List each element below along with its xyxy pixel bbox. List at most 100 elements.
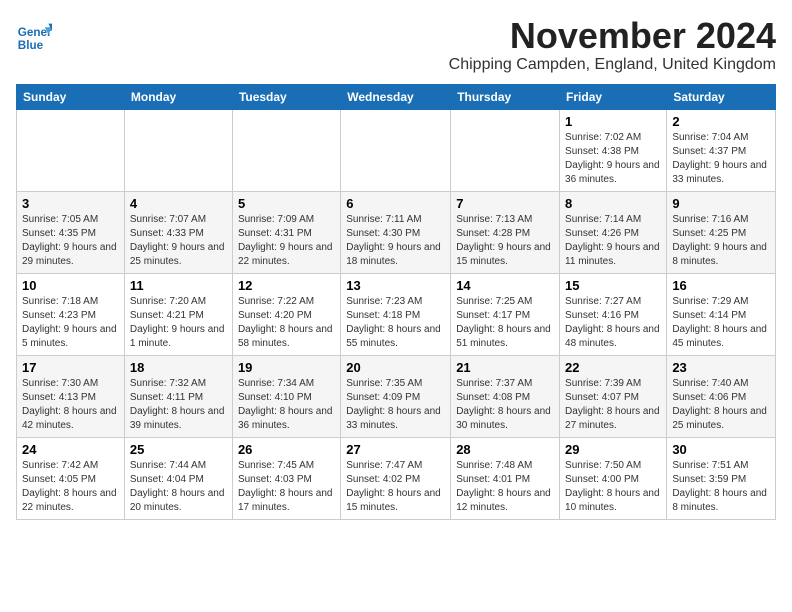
- weekday-header-tuesday: Tuesday: [232, 84, 340, 109]
- day-info: Sunrise: 7:02 AM Sunset: 4:38 PM Dayligh…: [565, 131, 661, 187]
- calendar-cell: 4Sunrise: 7:07 AM Sunset: 4:33 PM Daylig…: [124, 191, 232, 273]
- svg-text:Blue: Blue: [18, 39, 44, 52]
- calendar-cell: 8 Sunrise: 7:14 AM Sunset: 4:26 PM Daylig…: [560, 191, 667, 273]
- day-info: Sunrise: 7:22 AM Sunset: 4:20 PM Dayligh…: [238, 295, 335, 351]
- day-number: 14: [456, 278, 554, 293]
- logo-icon: General Blue: [16, 20, 52, 56]
- day-number: 30: [672, 442, 770, 457]
- weekday-header-saturday: Saturday: [667, 84, 776, 109]
- calendar-cell: 21 Sunrise: 7:37 AM Sunset: 4:08 PM Dayli…: [451, 355, 560, 437]
- month-title: November 2024: [449, 16, 776, 56]
- day-number: 8: [565, 196, 661, 211]
- calendar-cell: 15Sunrise: 7:27 AM Sunset: 4:16 PM Dayli…: [560, 273, 667, 355]
- day-number: 9: [672, 196, 770, 211]
- day-number: 25: [130, 442, 227, 457]
- calendar-week-row: 1Sunrise: 7:02 AM Sunset: 4:38 PM Daylig…: [17, 109, 776, 191]
- weekday-header-thursday: Thursday: [451, 84, 560, 109]
- calendar-week-row: 3 Sunrise: 7:05 AM Sunset: 4:35 PM Daylig…: [17, 191, 776, 273]
- day-info: Sunrise: 7:05 AM Sunset: 4:35 PM Dayligh…: [22, 213, 119, 269]
- calendar-cell: 27 Sunrise: 7:47 AM Sunset: 4:02 PM Dayli…: [341, 437, 451, 519]
- day-info: Sunrise: 7:47 AM Sunset: 4:02 PM Dayligh…: [346, 459, 445, 515]
- day-number: 10: [22, 278, 119, 293]
- calendar-cell: [341, 109, 451, 191]
- calendar-cell: 19Sunrise: 7:34 AM Sunset: 4:10 PM Dayli…: [232, 355, 340, 437]
- calendar-cell: 5Sunrise: 7:09 AM Sunset: 4:31 PM Daylig…: [232, 191, 340, 273]
- calendar-cell: 28Sunrise: 7:48 AM Sunset: 4:01 PM Dayli…: [451, 437, 560, 519]
- day-number: 11: [130, 278, 227, 293]
- calendar-cell: 16 Sunrise: 7:29 AM Sunset: 4:14 PM Dayli…: [667, 273, 776, 355]
- day-number: 26: [238, 442, 335, 457]
- calendar-cell: 26 Sunrise: 7:45 AM Sunset: 4:03 PM Dayli…: [232, 437, 340, 519]
- calendar-cell: 24 Sunrise: 7:42 AM Sunset: 4:05 PM Dayli…: [17, 437, 125, 519]
- day-info: Sunrise: 7:29 AM Sunset: 4:14 PM Dayligh…: [672, 295, 770, 351]
- calendar-header: SundayMondayTuesdayWednesdayThursdayFrid…: [17, 84, 776, 109]
- day-number: 27: [346, 442, 445, 457]
- day-info: Sunrise: 7:35 AM Sunset: 4:09 PM Dayligh…: [346, 377, 445, 433]
- location-subtitle: Chipping Campden, England, United Kingdo…: [449, 56, 776, 74]
- day-info: Sunrise: 7:40 AM Sunset: 4:06 PM Dayligh…: [672, 377, 770, 433]
- day-info: Sunrise: 7:11 AM Sunset: 4:30 PM Dayligh…: [346, 213, 445, 269]
- day-number: 3: [22, 196, 119, 211]
- day-number: 6: [346, 196, 445, 211]
- day-number: 18: [130, 360, 227, 375]
- day-info: Sunrise: 7:14 AM Sunset: 4:26 PM Dayligh…: [565, 213, 661, 269]
- calendar-cell: [451, 109, 560, 191]
- day-info: Sunrise: 7:09 AM Sunset: 4:31 PM Dayligh…: [238, 213, 335, 269]
- day-number: 24: [22, 442, 119, 457]
- calendar-week-row: 17 Sunrise: 7:30 AM Sunset: 4:13 PM Dayli…: [17, 355, 776, 437]
- calendar-cell: [124, 109, 232, 191]
- day-number: 2: [672, 114, 770, 129]
- day-info: Sunrise: 7:25 AM Sunset: 4:17 PM Dayligh…: [456, 295, 554, 351]
- calendar-body: 1Sunrise: 7:02 AM Sunset: 4:38 PM Daylig…: [17, 109, 776, 519]
- calendar-week-row: 10 Sunrise: 7:18 AM Sunset: 4:23 PM Dayli…: [17, 273, 776, 355]
- day-info: Sunrise: 7:04 AM Sunset: 4:37 PM Dayligh…: [672, 131, 770, 187]
- day-info: Sunrise: 7:20 AM Sunset: 4:21 PM Dayligh…: [130, 295, 227, 351]
- day-number: 23: [672, 360, 770, 375]
- calendar-cell: 13 Sunrise: 7:23 AM Sunset: 4:18 PM Dayli…: [341, 273, 451, 355]
- day-info: Sunrise: 7:37 AM Sunset: 4:08 PM Dayligh…: [456, 377, 554, 433]
- calendar-cell: 1Sunrise: 7:02 AM Sunset: 4:38 PM Daylig…: [560, 109, 667, 191]
- day-info: Sunrise: 7:42 AM Sunset: 4:05 PM Dayligh…: [22, 459, 119, 515]
- day-number: 19: [238, 360, 335, 375]
- day-info: Sunrise: 7:45 AM Sunset: 4:03 PM Dayligh…: [238, 459, 335, 515]
- day-info: Sunrise: 7:30 AM Sunset: 4:13 PM Dayligh…: [22, 377, 119, 433]
- day-number: 29: [565, 442, 661, 457]
- day-info: Sunrise: 7:23 AM Sunset: 4:18 PM Dayligh…: [346, 295, 445, 351]
- day-info: Sunrise: 7:07 AM Sunset: 4:33 PM Dayligh…: [130, 213, 227, 269]
- day-info: Sunrise: 7:48 AM Sunset: 4:01 PM Dayligh…: [456, 459, 554, 515]
- calendar-cell: 10 Sunrise: 7:18 AM Sunset: 4:23 PM Dayli…: [17, 273, 125, 355]
- calendar-week-row: 24 Sunrise: 7:42 AM Sunset: 4:05 PM Dayli…: [17, 437, 776, 519]
- day-number: 22: [565, 360, 661, 375]
- calendar-cell: 17 Sunrise: 7:30 AM Sunset: 4:13 PM Dayli…: [17, 355, 125, 437]
- day-number: 16: [672, 278, 770, 293]
- calendar-table: SundayMondayTuesdayWednesdayThursdayFrid…: [16, 84, 776, 520]
- calendar-cell: 23 Sunrise: 7:40 AM Sunset: 4:06 PM Dayli…: [667, 355, 776, 437]
- page-header: General Blue November 2024 Chipping Camp…: [16, 16, 776, 80]
- day-number: 21: [456, 360, 554, 375]
- day-number: 17: [22, 360, 119, 375]
- calendar-cell: 9 Sunrise: 7:16 AM Sunset: 4:25 PM Daylig…: [667, 191, 776, 273]
- day-info: Sunrise: 7:50 AM Sunset: 4:00 PM Dayligh…: [565, 459, 661, 515]
- day-info: Sunrise: 7:13 AM Sunset: 4:28 PM Dayligh…: [456, 213, 554, 269]
- calendar-cell: 20 Sunrise: 7:35 AM Sunset: 4:09 PM Dayli…: [341, 355, 451, 437]
- calendar-cell: 29 Sunrise: 7:50 AM Sunset: 4:00 PM Dayli…: [560, 437, 667, 519]
- weekday-header-sunday: Sunday: [17, 84, 125, 109]
- day-info: Sunrise: 7:16 AM Sunset: 4:25 PM Dayligh…: [672, 213, 770, 269]
- calendar-cell: 22 Sunrise: 7:39 AM Sunset: 4:07 PM Dayli…: [560, 355, 667, 437]
- calendar-cell: 3 Sunrise: 7:05 AM Sunset: 4:35 PM Daylig…: [17, 191, 125, 273]
- day-info: Sunrise: 7:18 AM Sunset: 4:23 PM Dayligh…: [22, 295, 119, 351]
- day-number: 7: [456, 196, 554, 211]
- calendar-cell: 30 Sunrise: 7:51 AM Sunset: 3:59 PM Dayli…: [667, 437, 776, 519]
- calendar-cell: 12Sunrise: 7:22 AM Sunset: 4:20 PM Dayli…: [232, 273, 340, 355]
- day-info: Sunrise: 7:51 AM Sunset: 3:59 PM Dayligh…: [672, 459, 770, 515]
- calendar-cell: [17, 109, 125, 191]
- title-area: November 2024 Chipping Campden, England,…: [449, 16, 776, 80]
- logo: General Blue: [16, 20, 52, 56]
- weekday-header-wednesday: Wednesday: [341, 84, 451, 109]
- day-number: 20: [346, 360, 445, 375]
- day-info: Sunrise: 7:39 AM Sunset: 4:07 PM Dayligh…: [565, 377, 661, 433]
- weekday-header-friday: Friday: [560, 84, 667, 109]
- day-number: 13: [346, 278, 445, 293]
- calendar-cell: 7 Sunrise: 7:13 AM Sunset: 4:28 PM Daylig…: [451, 191, 560, 273]
- calendar-cell: 18Sunrise: 7:32 AM Sunset: 4:11 PM Dayli…: [124, 355, 232, 437]
